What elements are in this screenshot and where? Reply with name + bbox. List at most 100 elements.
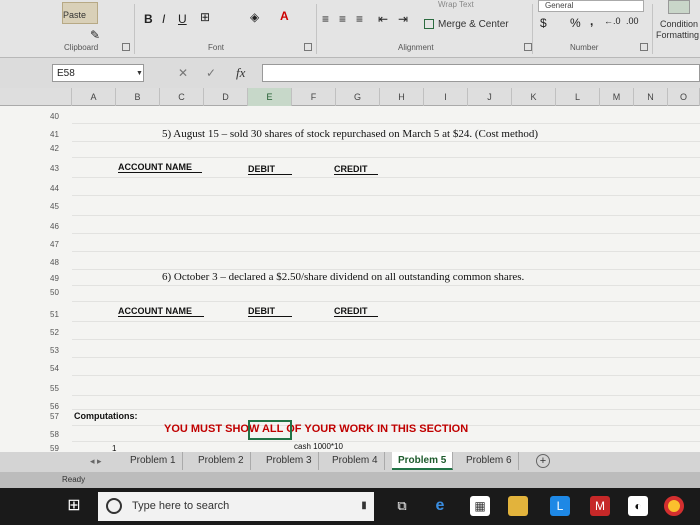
tab-problem-5[interactable]: Problem 5 [392, 452, 454, 470]
mcafee-icon[interactable]: M [590, 496, 610, 516]
row-header[interactable]: 45 [50, 202, 72, 212]
indent-increase-icon[interactable]: ⇥ [398, 12, 408, 26]
problem-5-text: 5) August 15 – sold 30 shares of stock r… [162, 128, 539, 140]
microphone-icon[interactable]: ▮ [354, 496, 374, 516]
number-format-dropdown[interactable]: General [538, 0, 644, 12]
alignment-group-label: Alignment [398, 43, 434, 52]
column-header[interactable]: G [336, 88, 380, 106]
conditional-formatting-button[interactable]: Condition [660, 19, 698, 29]
clipboard-group-label: Clipboard [64, 43, 99, 52]
row-header[interactable]: 54 [50, 364, 72, 374]
percent-button[interactable]: % [570, 16, 581, 30]
column-header[interactable]: F [292, 88, 336, 106]
clipboard-launcher-icon[interactable] [122, 43, 130, 51]
format-painter-icon[interactable]: ✎ [88, 28, 102, 42]
row-header[interactable]: 41 [50, 130, 72, 140]
cancel-icon[interactable]: ✕ [178, 66, 188, 80]
row-header[interactable]: 52 [50, 328, 72, 338]
row-header[interactable]: 46 [50, 222, 72, 232]
row-header[interactable]: 55 [50, 384, 72, 394]
tab-problem-1[interactable]: Problem 1 [124, 452, 183, 470]
lync-icon[interactable]: L [550, 496, 570, 516]
align-right-icon[interactable]: ≡ [356, 12, 363, 26]
formula-bar: E58 ▼ ✕ ✓ fx [0, 58, 700, 88]
column-header[interactable]: O [668, 88, 700, 106]
row-header[interactable]: 44 [50, 184, 72, 194]
status-ready: Ready [62, 475, 86, 484]
worksheet-grid[interactable]: 40 41 42 43 44 45 46 47 48 49 50 51 52 5… [0, 106, 700, 453]
explorer-folder-icon[interactable] [508, 496, 528, 516]
column-header[interactable]: K [512, 88, 556, 106]
formula-input[interactable] [262, 64, 700, 82]
tab-problem-3[interactable]: Problem 3 [260, 452, 319, 470]
font-color-icon[interactable]: A [280, 9, 289, 23]
decimal-increase-icon[interactable]: ←.0 [604, 16, 621, 26]
column-header[interactable]: C [160, 88, 204, 106]
conditional-formatting-button-line2[interactable]: Formatting [656, 30, 699, 40]
selected-cell-e58[interactable] [248, 420, 292, 440]
confirm-icon[interactable]: ✓ [206, 66, 216, 80]
row-header[interactable]: 50 [50, 288, 72, 298]
tab-scroll-icon[interactable]: ◂ ▸ [90, 456, 102, 467]
align-left-icon[interactable]: ≡ [322, 12, 329, 26]
column-header[interactable]: L [556, 88, 600, 106]
tab-problem-2[interactable]: Problem 2 [192, 452, 251, 470]
merge-center-button[interactable]: Merge & Center [438, 19, 509, 30]
chrome-icon[interactable] [664, 496, 684, 516]
column-header[interactable]: J [468, 88, 512, 106]
row-header[interactable]: 47 [50, 240, 72, 250]
name-box-dropdown-icon[interactable]: ▼ [136, 70, 143, 77]
row-header[interactable]: 51 [50, 310, 72, 320]
row-header[interactable]: 56 [50, 402, 72, 412]
indent-decrease-icon[interactable]: ⇤ [378, 12, 388, 26]
italic-button[interactable]: I [162, 12, 165, 26]
column-header[interactable]: B [116, 88, 160, 106]
align-center-icon[interactable]: ≡ [339, 12, 346, 26]
app-icon[interactable]: ◐ [628, 496, 648, 516]
row-header[interactable]: 42 [50, 144, 72, 154]
show-work-notice: YOU MUST SHOW ALL OF YOUR WORK IN THIS S… [164, 423, 469, 435]
tab-problem-4[interactable]: Problem 4 [326, 452, 385, 470]
font-launcher-icon[interactable] [304, 43, 312, 51]
number-group-label: Number [570, 43, 599, 52]
row-header[interactable]: 43 [50, 164, 72, 174]
cell-note[interactable]: cash 1000*10 [294, 442, 343, 451]
add-sheet-icon[interactable]: + [536, 454, 550, 468]
problem-6-text: 6) October 3 – declared a $2.50/share di… [162, 271, 525, 283]
select-all-corner[interactable] [52, 88, 72, 106]
row-header[interactable]: 49 [50, 274, 72, 284]
wrap-text-button[interactable]: Wrap Text [438, 0, 474, 9]
name-box[interactable]: E58 [52, 64, 144, 82]
bold-button[interactable]: B [144, 12, 153, 26]
taskbar-search[interactable]: Type here to search [98, 492, 374, 521]
currency-button[interactable]: $ [540, 16, 547, 30]
comma-button[interactable]: , [590, 14, 593, 28]
borders-icon[interactable]: ⊞ [200, 10, 210, 24]
column-header[interactable]: A [72, 88, 116, 106]
row-header[interactable]: 58 [50, 430, 72, 440]
row-header[interactable]: 57 [50, 412, 72, 422]
insert-function-icon[interactable]: fx [236, 65, 245, 81]
merge-center-icon[interactable] [424, 19, 434, 29]
decimal-decrease-icon[interactable]: .00 [626, 16, 639, 26]
fill-color-icon[interactable]: ◈ [250, 10, 259, 24]
underline-button[interactable]: U [178, 12, 187, 26]
tab-problem-6[interactable]: Problem 6 [460, 452, 519, 470]
column-header[interactable]: N [634, 88, 668, 106]
row-header[interactable]: 40 [50, 112, 72, 122]
row-header[interactable]: 53 [50, 346, 72, 356]
edge-icon[interactable]: e [430, 496, 450, 516]
column-header[interactable]: H [380, 88, 424, 106]
conditional-formatting-icon[interactable] [668, 0, 690, 14]
number-launcher-icon[interactable] [640, 43, 648, 51]
task-view-icon[interactable]: ⧉ [392, 496, 412, 516]
column-header-selected[interactable]: E [248, 88, 292, 106]
alignment-launcher-icon[interactable] [524, 43, 532, 51]
paste-button[interactable]: Paste [63, 10, 86, 20]
column-header[interactable]: M [600, 88, 634, 106]
column-header[interactable]: D [204, 88, 248, 106]
store-icon[interactable]: ▦ [470, 496, 490, 516]
row-header[interactable]: 48 [50, 258, 72, 268]
windows-start-icon[interactable]: ⊞ [64, 496, 84, 516]
column-header[interactable]: I [424, 88, 468, 106]
